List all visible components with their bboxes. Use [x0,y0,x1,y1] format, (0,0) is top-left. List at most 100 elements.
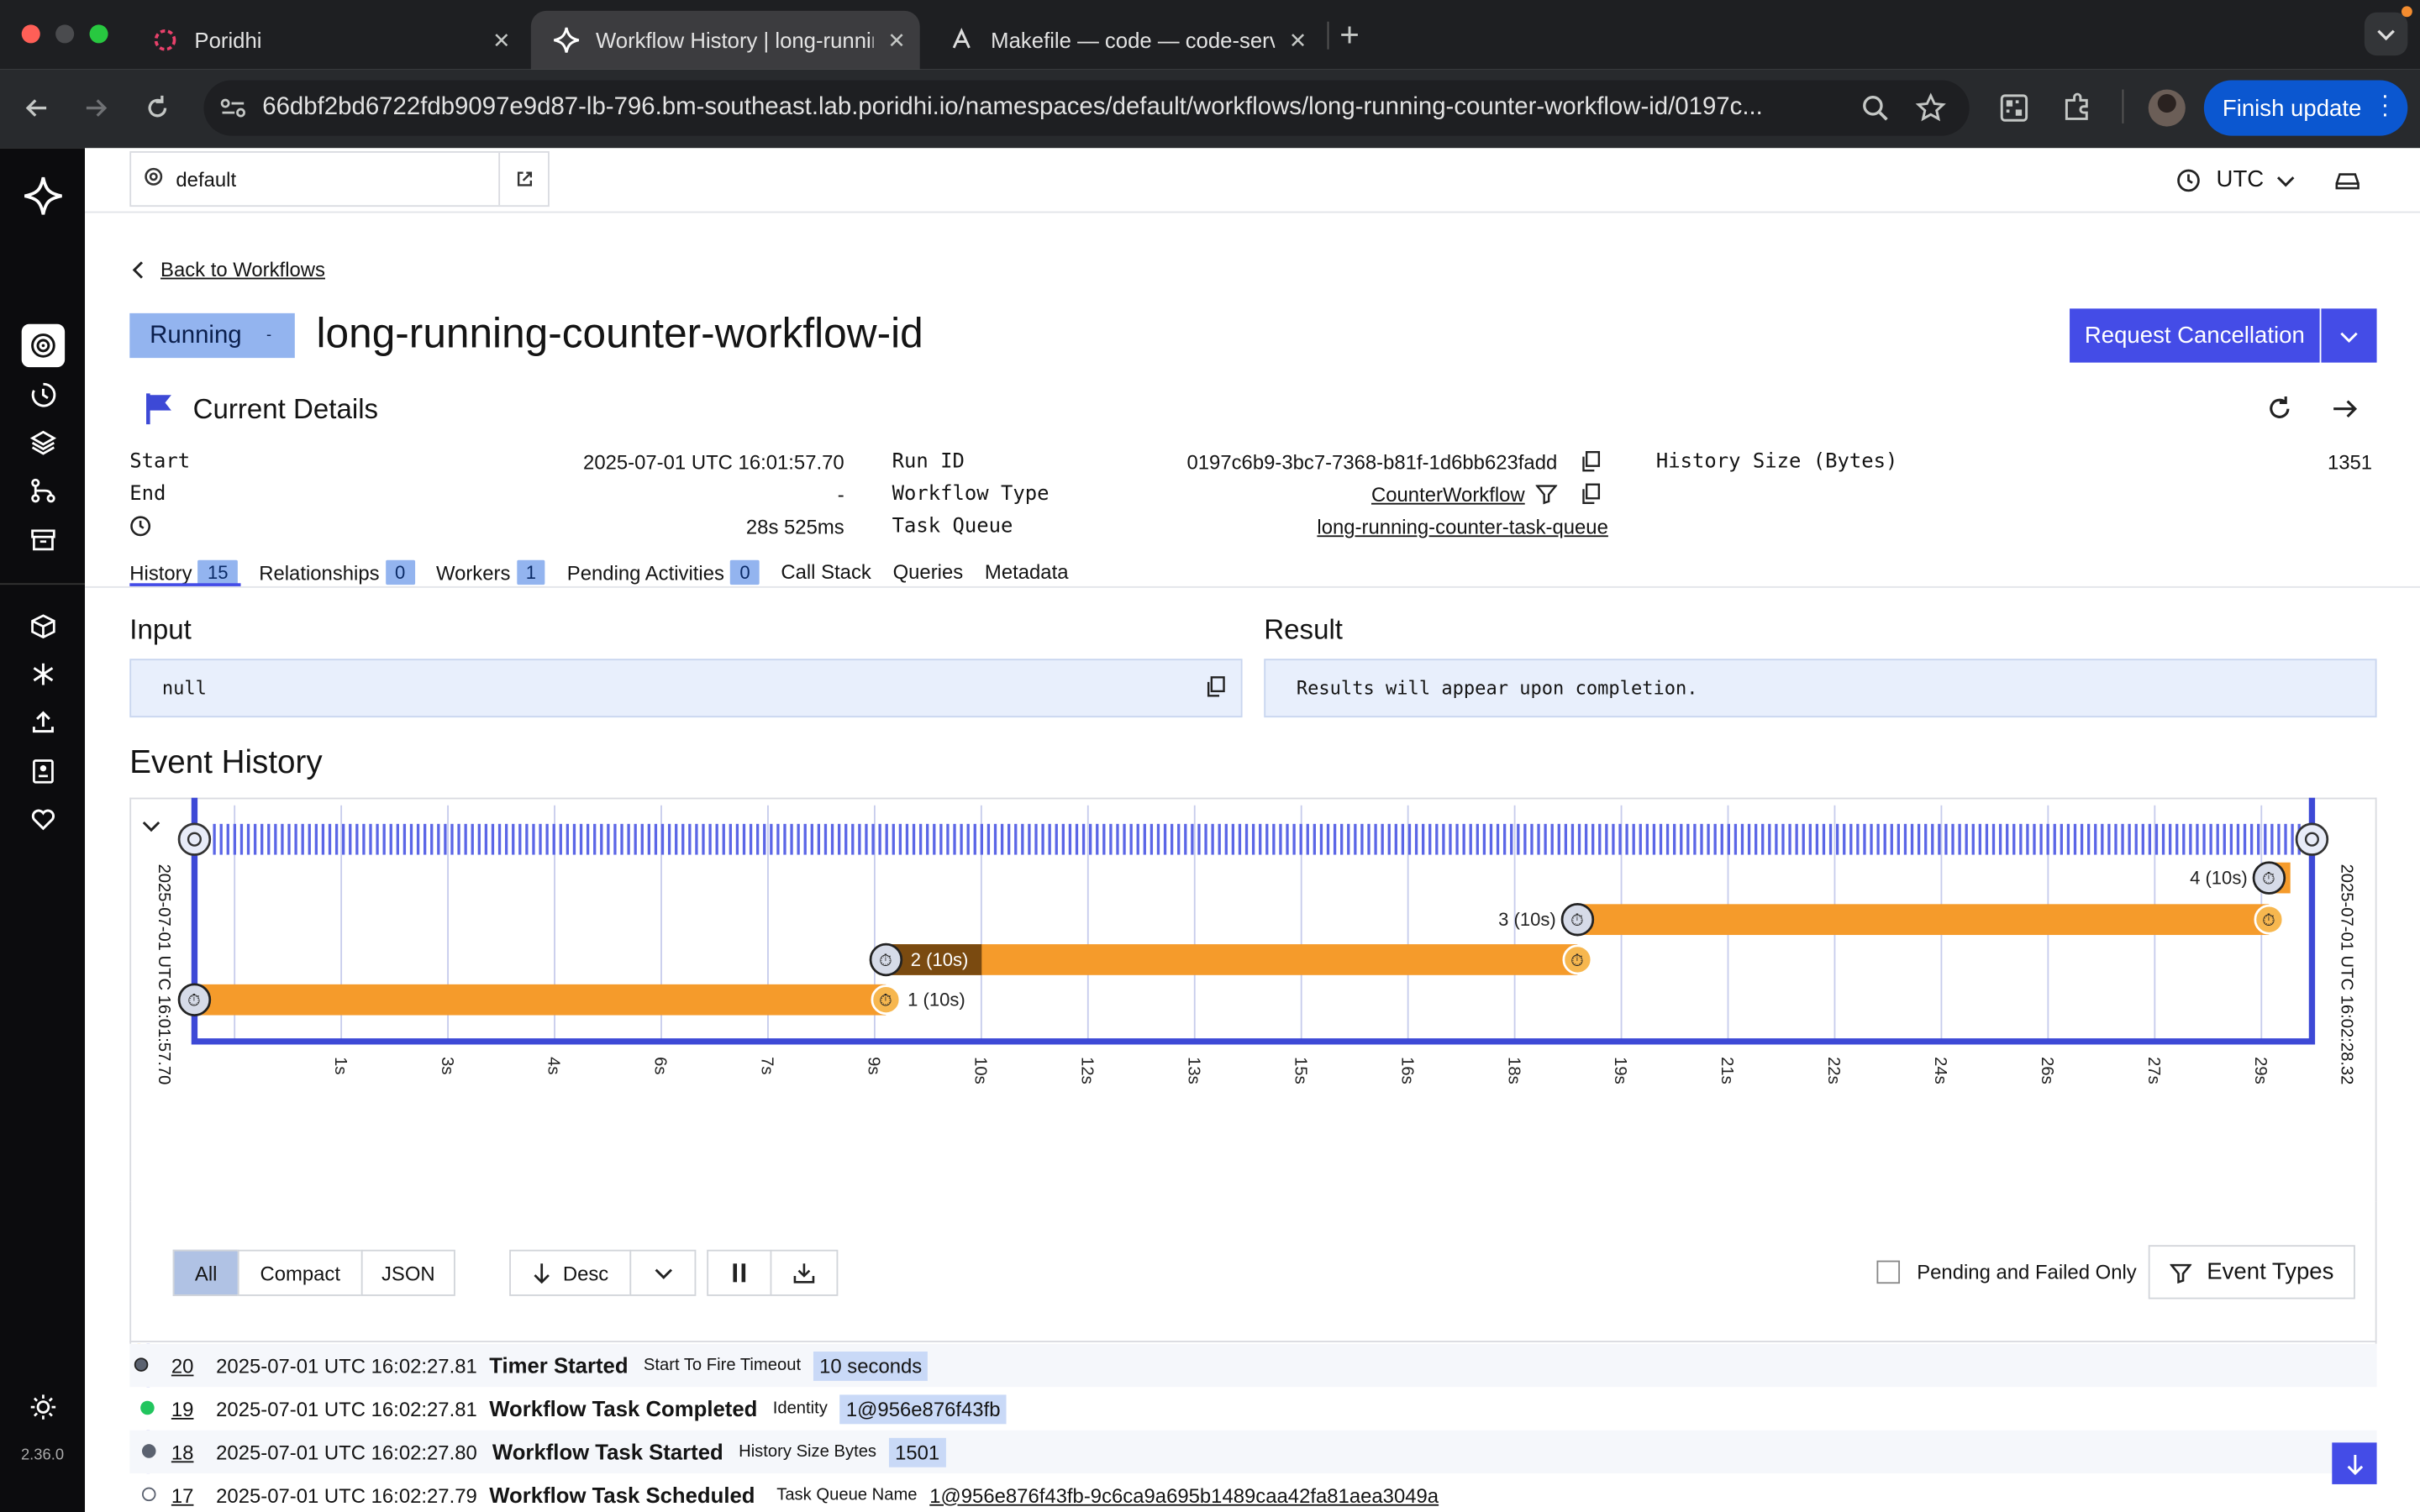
new-tab-button[interactable]: + [1339,15,1360,55]
request-cancellation-button[interactable]: Request Cancellation [2070,308,2320,363]
tab-call-stack[interactable]: Call Stack [781,560,871,585]
heart-nav-icon[interactable] [22,798,65,841]
view-json-button[interactable]: JSON [360,1249,455,1296]
tab-search-button[interactable] [2364,12,2408,56]
event-attr-value[interactable]: 1@956e876f43fb-9c6ca9a695b1489caa42fa81a… [929,1483,1439,1507]
maximize-window-button[interactable] [89,24,108,44]
timeline-tick-label: 16s [1397,1057,1416,1084]
address-bar[interactable]: 66dbf2bd6722fdb9097e9d87-lb-796.bm-south… [203,80,1970,136]
copy-workflow-type-icon[interactable] [1581,483,1601,512]
pause-button[interactable] [707,1249,772,1296]
tab-pending-activities[interactable]: Pending Activities 0 [567,559,760,585]
event-tick-mark [1428,823,1432,855]
view-compact-button[interactable]: Compact [237,1249,363,1296]
close-tab-icon[interactable]: ✕ [1275,27,1321,53]
tab-workers[interactable]: Workers 1 [436,559,546,585]
chevron-left-icon [132,260,144,278]
external-link-icon[interactable] [515,170,534,193]
event-types-button[interactable]: Event Types [2148,1245,2355,1299]
event-tick-mark [1761,823,1765,855]
close-window-button[interactable] [21,24,40,44]
batch-nav-icon[interactable] [22,421,65,464]
browser-tab-workflow-history[interactable]: Workflow History | long-running-counter-… [530,10,920,70]
event-id-link[interactable]: 17 [171,1483,216,1507]
table-row[interactable]: 20 2025-07-01 UTC 16:02:27.81 Timer Star… [129,1343,2377,1388]
app-sidebar: 2.36.0 [0,148,86,1512]
tab-metadata[interactable]: Metadata [985,560,1069,585]
event-time: 2025-07-01 UTC 16:02:27.80 [216,1440,477,1464]
zoom-icon[interactable] [1861,94,1889,129]
qr-code-icon[interactable] [1999,92,2030,131]
event-tick-mark [660,823,665,855]
tab-relationships[interactable]: Relationships 0 [259,559,415,585]
timer-label: 4 (10s) [2190,867,2248,888]
finish-update-button[interactable]: Finish update · · · [2203,80,2408,136]
event-tick-mark [1843,823,1846,855]
namespaces-nav-icon[interactable] [22,605,65,648]
task-queue-link[interactable]: long-running-counter-task-queue [1317,515,1607,538]
stopwatch-icon: ⏱ [2262,869,2275,888]
forward-button[interactable] [76,88,116,129]
event-tick-mark [735,823,739,855]
copy-input-icon[interactable] [1205,675,1225,705]
event-tick-mark [1367,823,1370,855]
table-row[interactable]: 17 2025-07-01 UTC 16:02:27.79 Workflow T… [129,1473,2377,1512]
scroll-to-bottom-button[interactable] [2332,1442,2377,1484]
workflow-type-link[interactable]: CounterWorkflow [1371,483,1525,507]
event-tick-mark [1041,823,1044,855]
finish-update-label: Finish update [2222,94,2362,122]
event-tick-mark [1544,823,1547,855]
arrow-right-icon[interactable] [2330,395,2358,430]
workflows-nav-icon[interactable] [21,323,66,368]
event-tick-mark [865,823,868,855]
deployments-nav-icon[interactable] [22,469,65,512]
download-button[interactable] [770,1249,839,1296]
extensions-icon[interactable] [2060,91,2094,133]
nexus-nav-icon[interactable] [22,653,65,696]
tab-history[interactable]: History 15 [129,559,238,585]
browser-tab-makefile[interactable]: Makefile — code — code-server ✕ [926,11,1321,70]
schedules-nav-icon[interactable] [22,373,65,416]
namespace-icon [144,166,164,191]
filter-icon[interactable] [1534,483,1558,512]
event-tick-mark [1958,823,1961,855]
workflow-actions-dropdown[interactable] [2321,308,2377,363]
pending-failed-checkbox[interactable] [1876,1260,1901,1284]
reload-button[interactable] [137,88,177,129]
namespace-selector[interactable]: default [129,151,550,207]
event-tick-mark [1374,823,1377,855]
back-to-workflows-link[interactable]: Back to Workflows [129,258,325,281]
table-row[interactable]: 18 2025-07-01 UTC 16:02:27.80 Workflow T… [129,1430,2377,1474]
event-tick-mark [497,823,502,855]
feedback-nav-icon[interactable] [22,750,65,793]
sort-dropdown-button[interactable] [629,1249,697,1296]
back-button[interactable] [17,88,57,129]
copy-run-id-icon[interactable] [1581,450,1601,480]
event-id-link[interactable]: 19 [171,1397,216,1420]
site-info-icon[interactable] [219,96,247,129]
data-encoder-icon[interactable] [2333,168,2361,201]
event-tick-mark [2229,823,2233,855]
archive-nav-icon[interactable] [22,518,65,561]
event-id-link[interactable]: 20 [171,1354,216,1378]
more-menu-icon[interactable]: · · · [2381,84,2389,127]
theme-toggle-icon[interactable] [22,1385,65,1428]
close-tab-icon[interactable]: ✕ [478,27,524,53]
timezone-selector[interactable]: UTC [2176,166,2295,193]
minimize-window-button[interactable] [55,24,75,44]
sort-order-button[interactable]: Desc [509,1249,632,1296]
browser-tab-poridhi[interactable]: Poridhi ✕ [129,11,524,70]
current-details-heading: Current Details [192,393,379,425]
bookmark-star-icon[interactable] [1915,92,1946,131]
event-id-link[interactable]: 18 [171,1441,216,1464]
event-tick-mark [1469,823,1472,855]
view-all-button[interactable]: All [172,1249,239,1296]
temporal-logo-icon[interactable] [24,176,64,223]
refresh-icon[interactable] [2265,395,2293,430]
close-tab-icon[interactable]: ✕ [874,27,920,53]
import-nav-icon[interactable] [22,701,65,743]
tab-queries[interactable]: Queries [893,560,964,585]
workflow-marker-icon [2295,822,2329,856]
profile-avatar[interactable] [2148,89,2186,127]
table-row[interactable]: 19 2025-07-01 UTC 16:02:27.81 Workflow T… [129,1387,2377,1431]
